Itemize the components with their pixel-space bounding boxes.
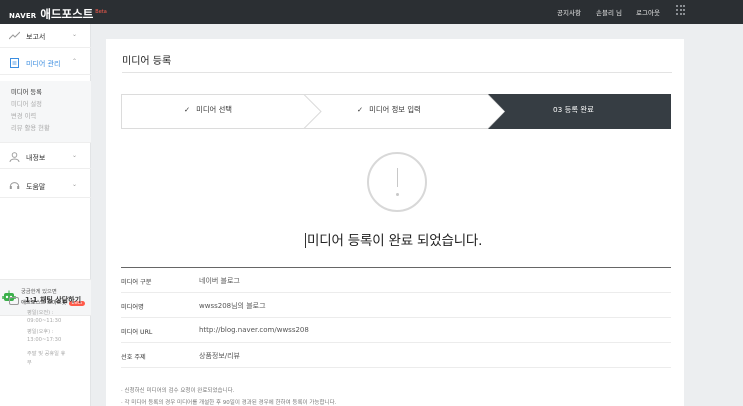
person-icon xyxy=(9,152,20,162)
submenu-media-settings[interactable]: 미디어 설정 xyxy=(11,99,42,108)
chevron-up-icon: ⌃ xyxy=(72,58,78,65)
chat-icon xyxy=(9,297,19,305)
row-value: 상품정보/리뷰 xyxy=(199,352,240,360)
sidebar-item-label: 보고서 xyxy=(26,33,46,41)
check-icon: ✓ xyxy=(357,105,364,114)
chart-line-icon xyxy=(9,31,20,40)
submenu-change-history[interactable]: 변경 이력 xyxy=(11,111,36,120)
check-icon: ✓ xyxy=(184,105,191,114)
media-submenu: 미디어 등록 미디어 설정 변경 이력 리뷰 활용 현황 xyxy=(0,81,91,143)
beta-badge: Beta xyxy=(95,9,107,15)
row-key: 미디어 구분 xyxy=(121,279,152,286)
row-value: wwss208님의 블로그 xyxy=(199,302,266,310)
divider xyxy=(122,72,672,73)
chevron-down-icon: ⌄ xyxy=(72,181,78,188)
sidebar: 보고서 ⌄ 미디어 관리 ⌃ 미디어 등록 미디어 설정 변경 이력 리뷰 활용… xyxy=(0,24,91,406)
row-value: http://blog.naver.com/wwss208 xyxy=(199,326,309,334)
hours-line: 무 xyxy=(27,360,32,366)
table-row: 미디어 구분 네이버 블로그 xyxy=(121,268,671,293)
page-title: 미디어 등록 xyxy=(122,56,172,67)
note-line: · 신청하신 미디어의 검수 요청이 완료되었습니다. xyxy=(121,388,235,394)
sidebar-item-report[interactable]: 보고서 ⌄ xyxy=(0,24,91,48)
sidebar-item-label: 내정보 xyxy=(26,154,46,162)
logout-link[interactable]: 로그아웃 xyxy=(636,7,660,17)
brand-naver: NAVER xyxy=(9,12,37,20)
submenu-review-status[interactable]: 리뷰 활용 현황 xyxy=(11,123,50,132)
table-row: 미디어명 wwss208님의 블로그 xyxy=(121,293,671,318)
chevron-down-icon: ⌄ xyxy=(72,31,78,38)
row-key: 미디어명 xyxy=(121,304,144,311)
chat-consult-link[interactable]: 1:1 채팅 상담하기 xyxy=(25,295,81,305)
top-bar: NAVER 애드포스트 Beta 공지사항 손블리 님 로그아웃 xyxy=(0,0,743,24)
hours-line: 13:00~17:30 xyxy=(27,337,62,343)
promo-line1: 궁금한게 있으면 xyxy=(21,289,57,295)
user-name-link[interactable]: 손블리 님 xyxy=(596,7,622,17)
step-3: 03 등록 완료 xyxy=(553,105,594,114)
exclamation-icon xyxy=(367,152,427,212)
submenu-media-register[interactable]: 미디어 등록 xyxy=(11,87,42,96)
brand-adpost: 애드포스트 xyxy=(40,7,94,21)
brand-logo[interactable]: NAVER 애드포스트 Beta xyxy=(9,6,107,22)
notice-link[interactable]: 공지사항 xyxy=(557,7,581,17)
chevron-down-icon: ⌄ xyxy=(72,152,78,159)
sidebar-item-help[interactable]: 도움말 ⌄ xyxy=(0,174,91,198)
note-line: · 각 미디어 등록의 경우 미디어를 개설한 후 90일이 경과된 경우에 한… xyxy=(121,400,337,406)
hours-line: 평일(오전) : xyxy=(27,310,54,316)
table-row: 미디어 URL http://blog.naver.com/wwss208 xyxy=(121,318,671,343)
sidebar-item-label: 도움말 xyxy=(26,183,46,191)
document-icon xyxy=(10,58,19,68)
sidebar-item-label: 미디어 관리 xyxy=(26,60,61,68)
complete-message: 미디어 등록이 완료 되었습니다. xyxy=(305,233,483,249)
headset-icon xyxy=(9,182,20,189)
row-key: 미디어 URL xyxy=(121,329,153,336)
sidebar-item-myinfo[interactable]: 내정보 ⌄ xyxy=(0,145,91,169)
row-value: 네이버 블로그 xyxy=(199,277,240,285)
text-cursor xyxy=(305,233,306,248)
sidebar-item-media[interactable]: 미디어 관리 ⌃ xyxy=(0,51,91,75)
hours-line: 평일(오후) : xyxy=(27,329,54,335)
step-1: ✓ 미디어 선택 xyxy=(184,105,233,114)
table-row: 선호 주제 상품정보/리뷰 xyxy=(121,343,671,368)
row-key: 선호 주제 xyxy=(121,354,146,361)
app-grid-icon[interactable] xyxy=(676,5,685,15)
step-2: ✓ 미디어 정보 입력 xyxy=(357,105,421,114)
hours-line: 09:00~11:30 xyxy=(27,318,62,324)
step-indicator: ✓ 미디어 선택 ✓ 미디어 정보 입력 03 등록 완료 xyxy=(121,94,671,129)
hours-line: 주말 및 공휴일 휴 xyxy=(27,351,66,357)
